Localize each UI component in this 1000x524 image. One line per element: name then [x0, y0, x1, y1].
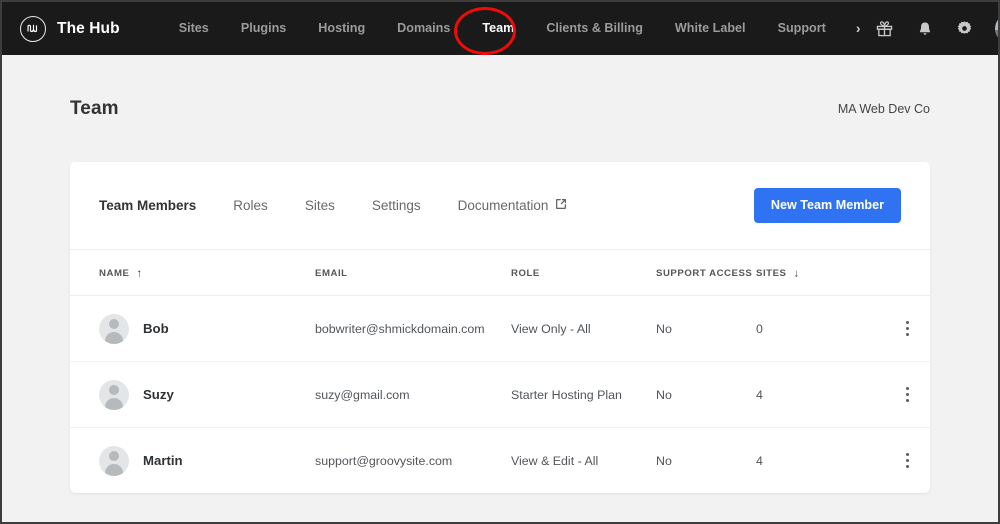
table-head: NAME ↑ EMAIL ROLE SUPPORT ACCESS SITES ↓ — [70, 250, 930, 296]
gift-icon[interactable] — [875, 19, 895, 39]
top-nav-actions — [875, 14, 998, 43]
nav-item-sites[interactable]: Sites — [163, 2, 225, 55]
cell-email: suzy@gmail.com — [315, 361, 511, 428]
cell-actions — [881, 428, 930, 494]
team-members-table: NAME ↑ EMAIL ROLE SUPPORT ACCESS SITES ↓ — [70, 250, 930, 493]
main-nav: Sites Plugins Hosting Domains Team Clien… — [163, 2, 875, 55]
page-body: Team MA Web Dev Co Team Members Roles Si… — [2, 55, 998, 493]
tab-team-members[interactable]: Team Members — [99, 198, 233, 213]
cell-sites: 4 — [756, 453, 763, 468]
nav-item-team[interactable]: Team — [466, 2, 530, 55]
top-navigation-bar: The Hub Sites Plugins Hosting Domains Te… — [2, 2, 998, 55]
column-header-support-access[interactable]: SUPPORT ACCESS — [656, 250, 756, 296]
page-title: Team — [70, 97, 119, 119]
nav-item-support[interactable]: Support — [762, 2, 842, 55]
cell-role: Starter Hosting Plan — [511, 361, 656, 428]
cell-sites: 4 — [756, 361, 881, 428]
column-header-email-label: EMAIL — [315, 267, 348, 279]
column-header-actions — [881, 250, 930, 296]
card-tabs: Team Members Roles Sites Settings Docume… — [99, 198, 604, 213]
member-avatar-icon — [99, 379, 129, 410]
gear-icon[interactable] — [955, 19, 975, 39]
column-header-name-label: NAME — [99, 268, 130, 279]
nav-item-hosting[interactable]: Hosting — [302, 2, 381, 55]
column-header-sites-label: SITES — [756, 268, 787, 279]
cell-name: Martin — [70, 428, 315, 494]
cell-actions — [881, 295, 930, 362]
column-header-role-label: ROLE — [511, 267, 540, 279]
avatar[interactable] — [994, 14, 998, 43]
cell-support-access: No — [656, 453, 672, 468]
member-name: Bob — [143, 321, 169, 336]
cell-name: Bob — [70, 295, 315, 362]
hub-circle-logo-icon — [20, 15, 46, 42]
column-header-support-access-label: SUPPORT ACCESS — [656, 267, 753, 279]
table-row[interactable]: Suzy suzy@gmail.com Starter Hosting Plan… — [70, 361, 930, 428]
member-avatar-icon — [99, 445, 129, 476]
row-actions-menu-icon[interactable] — [897, 385, 917, 405]
cell-name: Suzy — [70, 361, 315, 428]
column-header-email[interactable]: EMAIL — [315, 250, 511, 296]
sort-descending-icon: ↓ — [793, 267, 800, 280]
brand[interactable]: The Hub — [20, 15, 120, 42]
tab-documentation-label: Documentation — [457, 198, 549, 213]
cell-actions — [881, 361, 930, 428]
nav-item-plugins[interactable]: Plugins — [225, 2, 302, 55]
page-header: Team MA Web Dev Co — [70, 55, 930, 162]
sort-ascending-icon: ↑ — [136, 267, 143, 280]
row-actions-menu-icon[interactable] — [897, 451, 917, 471]
tab-roles[interactable]: Roles — [233, 198, 305, 213]
cell-sites: 0 — [756, 295, 881, 362]
member-name: Suzy — [143, 387, 174, 402]
cell-support-access: No — [656, 295, 756, 362]
column-header-sites[interactable]: SITES ↓ — [756, 250, 881, 296]
nav-item-white-label[interactable]: White Label — [659, 2, 762, 55]
column-header-role[interactable]: ROLE — [511, 250, 656, 296]
cell-email: support@groovysite.com — [315, 453, 453, 468]
account-name: MA Web Dev Co — [837, 101, 930, 116]
cell-role: View Only - All — [511, 295, 656, 362]
nav-item-clients-billing[interactable]: Clients & Billing — [530, 2, 659, 55]
chevron-right-icon[interactable]: › — [842, 2, 875, 55]
brand-name: The Hub — [57, 19, 120, 37]
table-row[interactable]: Martin support@groovysite.com View & Edi… — [70, 428, 930, 494]
cell-support-access: No — [656, 361, 756, 428]
table-row[interactable]: Bob bobwriter@shmickdomain.com View Only… — [70, 295, 930, 362]
new-team-member-button[interactable]: New Team Member — [753, 188, 901, 223]
nav-item-domains[interactable]: Domains — [381, 2, 466, 55]
table-header-row: NAME ↑ EMAIL ROLE SUPPORT ACCESS SITES ↓ — [70, 250, 930, 296]
row-actions-menu-icon[interactable] — [897, 319, 917, 339]
bell-icon[interactable] — [915, 19, 935, 39]
table-body: Bob bobwriter@shmickdomain.com View Only… — [70, 295, 930, 494]
cell-role: View & Edit - All — [511, 453, 599, 468]
team-members-card: Team Members Roles Sites Settings Docume… — [70, 162, 930, 493]
cell-email: bobwriter@shmickdomain.com — [315, 295, 511, 362]
tab-sites[interactable]: Sites — [305, 198, 372, 213]
external-link-icon — [555, 198, 567, 213]
column-header-name[interactable]: NAME ↑ — [70, 250, 315, 296]
tab-documentation[interactable]: Documentation — [458, 198, 605, 213]
member-name: Martin — [143, 453, 183, 468]
member-avatar-icon — [99, 313, 129, 344]
card-header: Team Members Roles Sites Settings Docume… — [70, 162, 930, 250]
app-window: The Hub Sites Plugins Hosting Domains Te… — [0, 0, 1000, 524]
tab-settings[interactable]: Settings — [372, 198, 458, 213]
